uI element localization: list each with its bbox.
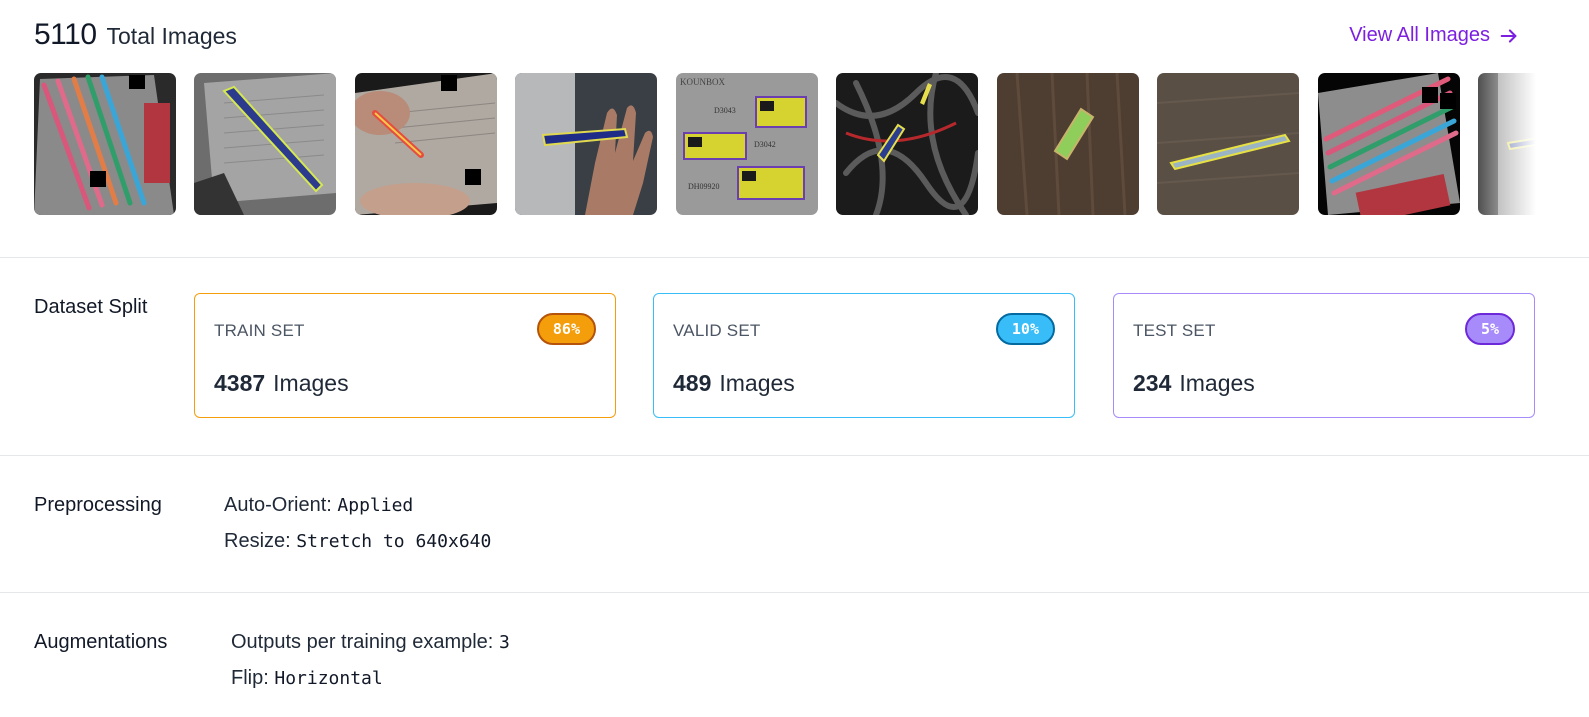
outputs-per-example-key: Outputs per training example: — [231, 631, 494, 653]
valid-set-count-value: 489 — [673, 370, 712, 396]
augmentations-outputs: Outputs per training example: 3 — [231, 631, 510, 654]
augmentations-label: Augmentations — [34, 631, 168, 653]
train-set-count: 4387 Images — [214, 370, 349, 397]
svg-text:D3043: D3043 — [714, 106, 736, 115]
thumbnail-8[interactable] — [1157, 73, 1299, 215]
dataset-split-label: Dataset Split — [34, 296, 148, 318]
svg-text:DH09920: DH09920 — [688, 182, 720, 191]
valid-set-title: VALID SET — [673, 321, 761, 340]
thumbnail-1[interactable] — [34, 73, 176, 215]
valid-set-count: 489 Images — [673, 370, 795, 397]
view-all-images-label: View All Images — [1349, 24, 1490, 46]
thumbnail-5[interactable]: KOUNBOX D3043 D3042 DH09920 — [676, 73, 818, 215]
thumbnail-6[interactable] — [836, 73, 978, 215]
auto-orient-key: Auto-Orient: — [224, 494, 332, 516]
train-set-count-value: 4387 — [214, 370, 266, 396]
arrow-right-icon — [1500, 28, 1517, 43]
train-set-percent-badge: 86% — [536, 313, 596, 345]
train-set-title: TRAIN SET — [214, 321, 305, 340]
thumbnail-3[interactable] — [355, 73, 497, 215]
auto-orient-value: Applied — [337, 495, 414, 516]
resize-value: Stretch to 640x640 — [296, 531, 492, 552]
test-set-title: TEST SET — [1133, 321, 1216, 340]
flip-key: Flip: — [231, 667, 269, 689]
dataset-overview: 5110 Total Images View All Images KOUNBO… — [0, 0, 1589, 717]
test-set-count-value: 234 — [1133, 370, 1172, 396]
divider — [0, 592, 1589, 593]
preprocessing-resize: Resize: Stretch to 640x640 — [224, 530, 491, 553]
svg-text:D3042: D3042 — [754, 140, 776, 149]
total-images: 5110 Total Images — [34, 18, 237, 52]
test-set-count-unit: Images — [1179, 370, 1255, 396]
svg-text:KOUNBOX: KOUNBOX — [680, 77, 726, 87]
preprocessing-auto-orient: Auto-Orient: Applied — [224, 494, 413, 517]
thumbnail-9[interactable] — [1318, 73, 1460, 215]
thumbnail-7[interactable] — [997, 73, 1139, 215]
train-set-card: TRAIN SET 86% 4387 Images — [194, 293, 616, 418]
resize-key: Resize: — [224, 530, 291, 552]
valid-set-percent-badge: 10% — [995, 313, 1055, 345]
test-set-count: 234 Images — [1133, 370, 1255, 397]
divider — [0, 455, 1589, 456]
image-thumbnail-strip: KOUNBOX D3043 D3042 DH09920 — [34, 73, 1536, 215]
valid-set-count-unit: Images — [719, 370, 795, 396]
total-images-label: Total Images — [106, 23, 237, 49]
images-header: 5110 Total Images View All Images — [34, 18, 1555, 62]
test-set-percent-badge: 5% — [1464, 313, 1515, 345]
flip-value: Horizontal — [274, 668, 383, 689]
train-set-count-unit: Images — [273, 370, 349, 396]
view-all-images-link[interactable]: View All Images — [1349, 24, 1520, 47]
divider — [0, 257, 1589, 258]
thumbnail-2[interactable] — [194, 73, 336, 215]
test-set-card: TEST SET 5% 234 Images — [1113, 293, 1535, 418]
total-images-count: 5110 — [34, 18, 97, 51]
outputs-per-example-value: 3 — [498, 632, 510, 653]
valid-set-card: VALID SET 10% 489 Images — [653, 293, 1075, 418]
augmentations-flip: Flip: Horizontal — [231, 667, 383, 690]
thumbnail-10[interactable] — [1478, 73, 1536, 215]
preprocessing-label: Preprocessing — [34, 494, 162, 516]
thumbnail-4[interactable] — [515, 73, 657, 215]
